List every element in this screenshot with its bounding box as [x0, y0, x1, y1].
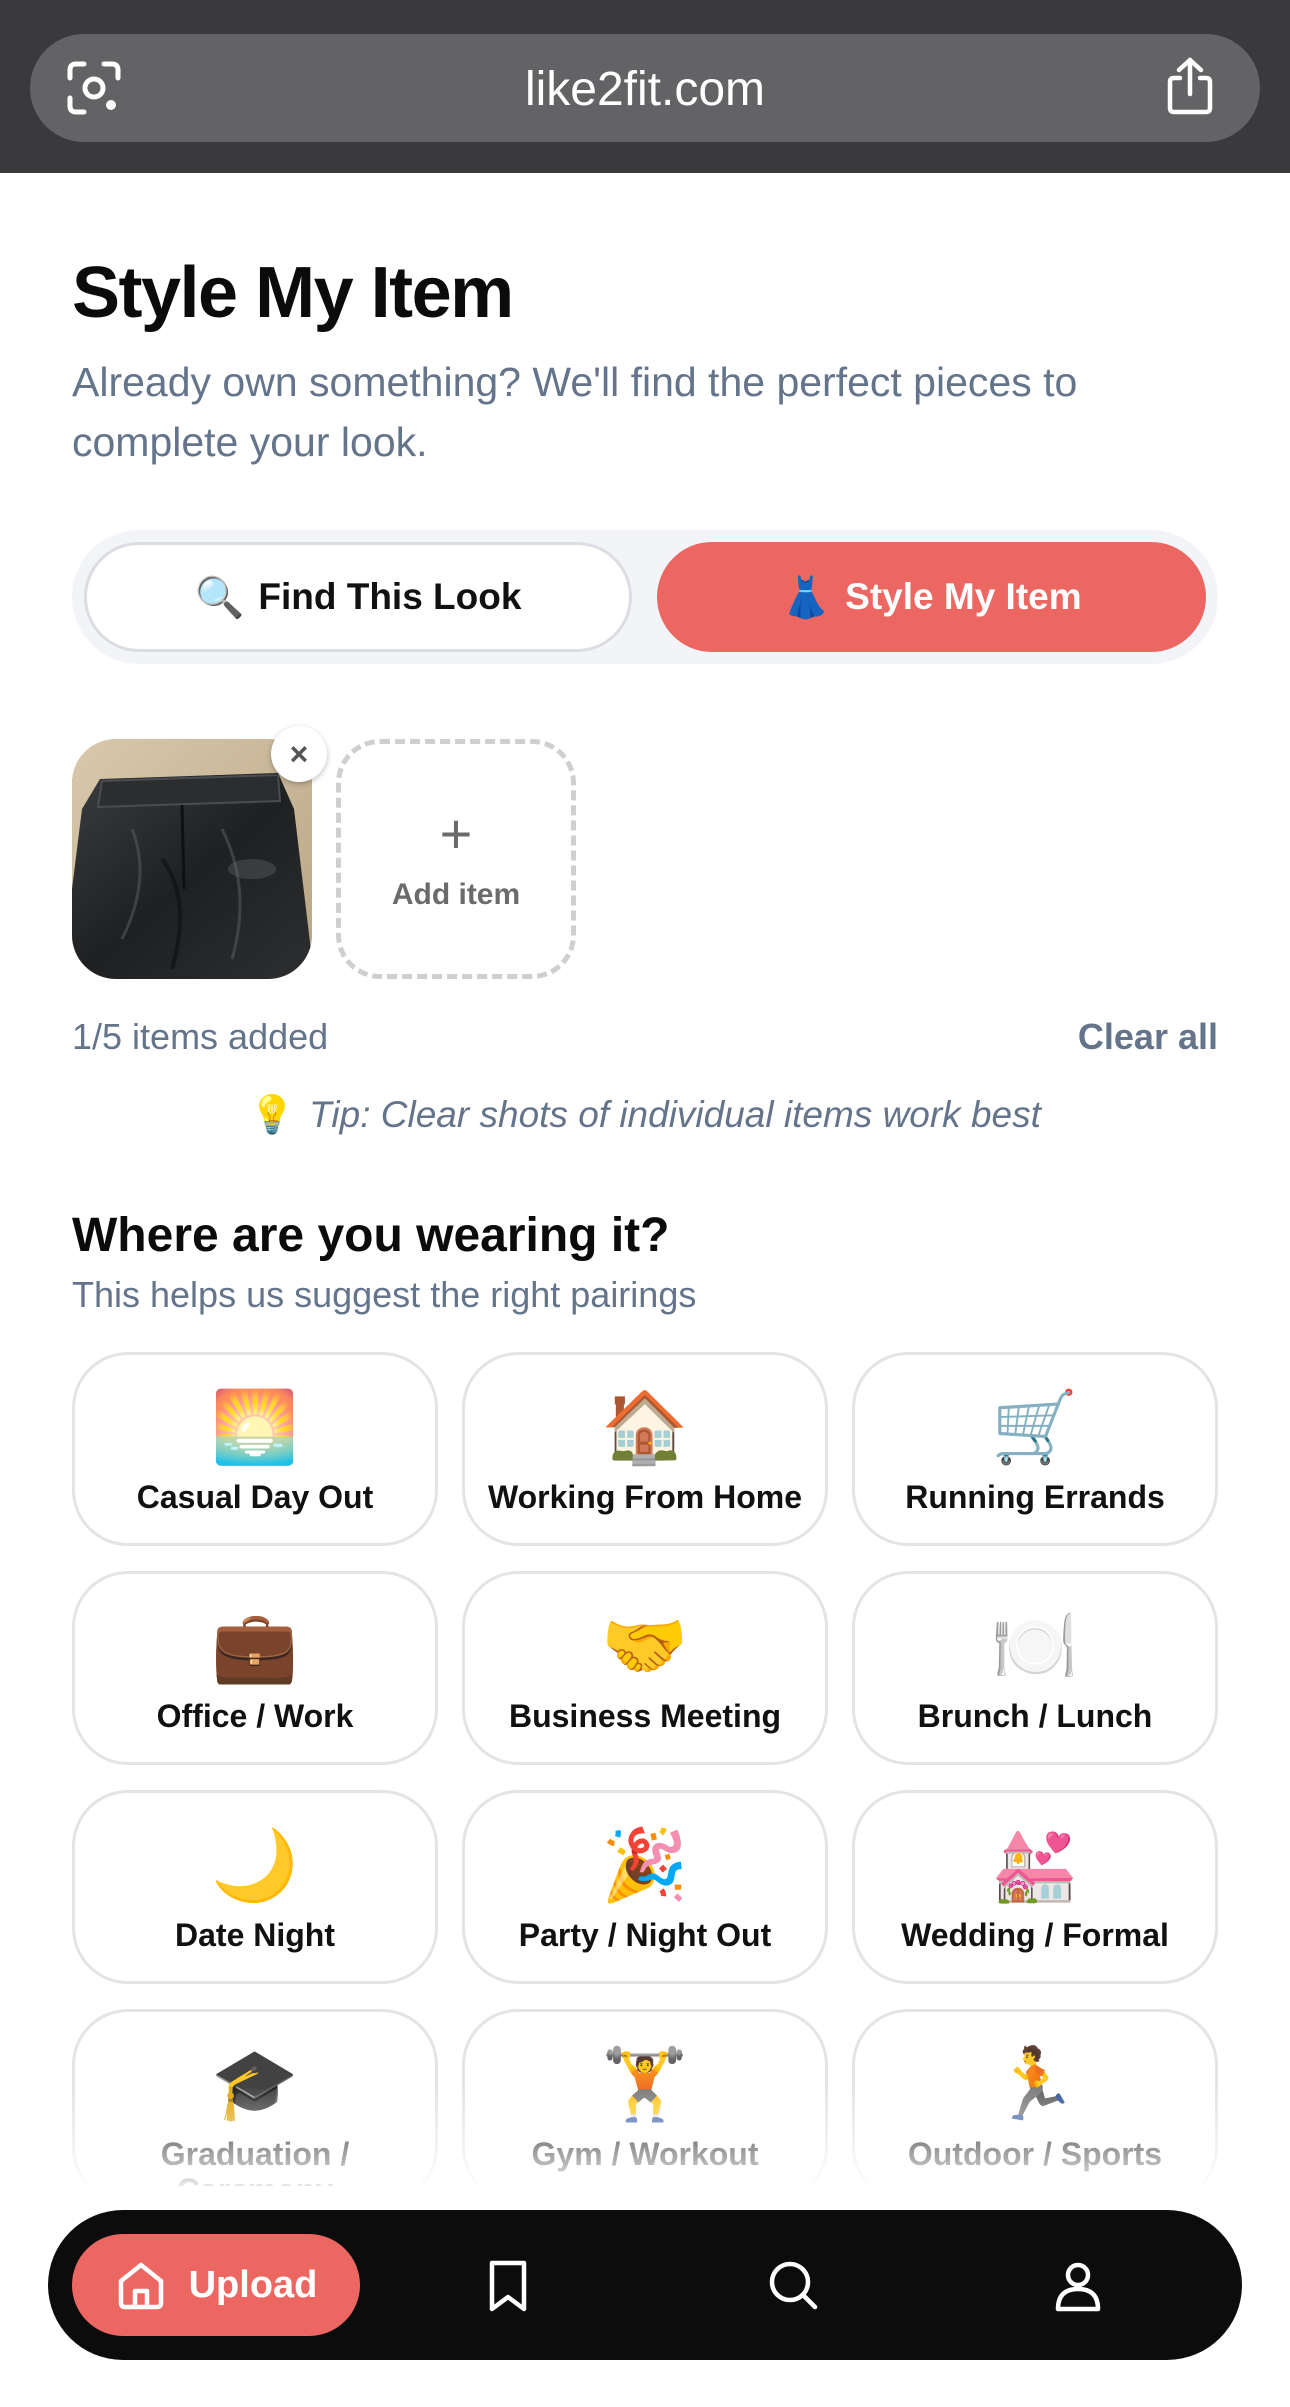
occasion-label: Outdoor / Sports	[907, 2136, 1163, 2172]
lightbulb-icon: 💡	[249, 1094, 296, 1135]
occasion-date-night[interactable]: 🌙 Date Night	[72, 1790, 438, 1984]
occasion-label: Office / Work	[156, 1698, 354, 1734]
find-this-look-tab[interactable]: 🔍 Find This Look	[84, 542, 632, 652]
briefcase-icon: 💼	[211, 1607, 299, 1685]
occasion-brunch-lunch[interactable]: 🍽️ Brunch / Lunch	[852, 1571, 1218, 1765]
upload-label: Upload	[188, 2263, 318, 2306]
tip-message: Tip: Clear shots of individual items wor…	[309, 1094, 1041, 1135]
clear-all-button[interactable]: Clear all	[1078, 1016, 1218, 1058]
party-popper-icon: 🎉	[601, 1826, 689, 1904]
style-my-item-tab[interactable]: 👗 Style My Item	[657, 542, 1206, 652]
upload-nav-button[interactable]: Upload	[72, 2234, 360, 2336]
plate-cutlery-icon: 🍽️	[991, 1607, 1079, 1685]
weightlifter-icon: 🏋️	[601, 2045, 689, 2123]
occasion-gym-workout[interactable]: 🏋️ Gym / Workout	[462, 2009, 828, 2186]
occasion-label: Wedding / Formal	[901, 1917, 1169, 1953]
occasion-party-night-out[interactable]: 🎉 Party / Night Out	[462, 1790, 828, 1984]
uploaded-item-thumbnail[interactable]	[72, 739, 312, 979]
bookmark-icon[interactable]	[478, 2255, 538, 2315]
wedding-chapel-icon: 💒	[991, 1826, 1079, 1904]
occasion-grid: 🌅 Casual Day Out 🏠 Working From Home 🛒 R…	[72, 1352, 1218, 2186]
occasion-office-work[interactable]: 💼 Office / Work	[72, 1571, 438, 1765]
add-item-button[interactable]: + Add item	[336, 739, 576, 979]
house-icon: 🏠	[601, 1388, 689, 1466]
plus-icon: +	[439, 802, 473, 865]
search-icon[interactable]	[763, 2255, 823, 2315]
find-this-look-label: Find This Look	[258, 576, 522, 617]
page-title: Style My Item	[72, 253, 514, 333]
add-item-label: Add item	[391, 878, 521, 911]
crescent-moon-icon: 🌙	[211, 1826, 299, 1904]
home-icon	[118, 2262, 163, 2310]
bottom-nav: Upload	[48, 2210, 1242, 2360]
leather-shorts-image	[72, 739, 312, 979]
page-subtitle: Already own something? We'll find the pe…	[72, 359, 1078, 465]
address-bar[interactable]: like2fit.com	[30, 34, 1260, 142]
occasion-label: Working From Home	[487, 1479, 803, 1515]
occasion-label: Party / Night Out	[518, 1917, 772, 1953]
tip-text: 💡 Tip: Clear shots of individual items wo…	[0, 1094, 1290, 1137]
occasion-working-from-home[interactable]: 🏠 Working From Home	[462, 1352, 828, 1546]
occasion-section-title: Where are you wearing it?	[72, 1209, 670, 1262]
url-text[interactable]: like2fit.com	[30, 62, 1260, 117]
runner-icon: 🏃	[991, 2045, 1079, 2123]
occasion-business-meeting[interactable]: 🤝 Business Meeting	[462, 1571, 828, 1765]
occasion-graduation-ceremony[interactable]: 🎓 Graduation / Ceremony	[72, 2009, 438, 2186]
dress-icon: 👗	[781, 575, 832, 620]
graduation-cap-icon: 🎓	[211, 2045, 299, 2123]
occasion-label: Graduation / Ceremony	[160, 2136, 350, 2186]
style-my-item-label: Style My Item	[845, 576, 1082, 617]
items-count: 1/5 items added	[72, 1016, 329, 1057]
occasion-label: Running Errands	[905, 1479, 1165, 1515]
occasion-label: Gym / Workout	[531, 2136, 759, 2172]
occasion-label: Date Night	[175, 1917, 335, 1953]
browser-toolbar: like2fit.com	[0, 0, 1290, 173]
profile-icon[interactable]	[1048, 2255, 1108, 2315]
occasion-section-subtitle: This helps us suggest the right pairings	[72, 1274, 697, 1315]
sunrise-icon: 🌅	[211, 1388, 299, 1466]
mode-toggle: 🔍 Find This Look 👗 Style My Item	[72, 530, 1218, 664]
occasion-label: Business Meeting	[508, 1698, 782, 1734]
occasion-label: Brunch / Lunch	[917, 1698, 1153, 1734]
share-icon[interactable]	[1162, 56, 1218, 116]
shopping-cart-icon: 🛒	[991, 1388, 1079, 1466]
occasion-casual-day-out[interactable]: 🌅 Casual Day Out	[72, 1352, 438, 1546]
remove-item-button[interactable]: ×	[271, 726, 327, 782]
close-icon: ×	[289, 735, 309, 772]
handshake-icon: 🤝	[601, 1607, 689, 1685]
occasion-label: Casual Day Out	[136, 1479, 374, 1515]
magnifier-icon: 🔍	[194, 575, 245, 620]
occasion-wedding-formal[interactable]: 💒 Wedding / Formal	[852, 1790, 1218, 1984]
occasion-outdoor-sports[interactable]: 🏃 Outdoor / Sports	[852, 2009, 1218, 2186]
occasion-running-errands[interactable]: 🛒 Running Errands	[852, 1352, 1218, 1546]
